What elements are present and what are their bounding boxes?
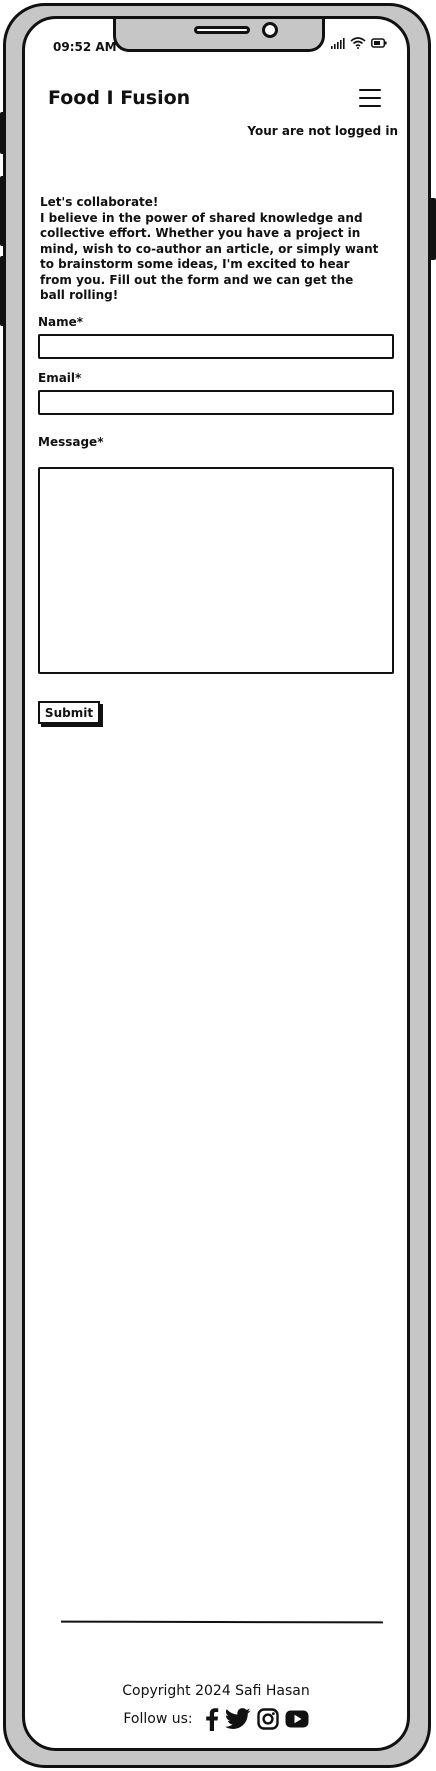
screen: 09:52 AM Food I Fusion Your are not logg… [22,16,410,1751]
speaker [194,26,250,34]
menu-icon[interactable] [359,89,381,107]
name-label: Name* [38,315,84,329]
power-button [430,198,436,260]
social-links: Follow us: [25,1707,407,1731]
twitter-icon[interactable] [224,1708,251,1730]
volume-button-extra [0,256,6,326]
site-brand[interactable]: Food I Fusion [48,87,190,109]
email-field[interactable] [38,390,394,415]
notch [113,19,325,52]
volume-button-down [0,176,6,246]
wifi-icon [350,37,366,49]
battery-icon [371,38,387,48]
login-status: Your are not logged in [247,124,398,138]
intro-body: I believe in the power of shared knowled… [40,210,379,303]
email-label: Email* [38,371,82,385]
camera [262,22,278,38]
message-label: Message* [38,435,104,449]
message-field[interactable] [38,467,394,674]
volume-button-up [0,112,6,154]
signal-icon [331,37,345,49]
footer-divider [60,1620,384,1624]
copyright-text: Copyright 2024 Safi Hasan [122,1683,310,1699]
youtube-icon[interactable] [285,1710,309,1728]
follow-label: Follow us: [123,1711,193,1727]
intro-heading: Let's collaborate! [40,195,159,209]
instagram-icon[interactable] [256,1708,279,1730]
status-time: 09:52 AM [53,40,117,54]
submit-button[interactable]: Submit [38,701,100,724]
intro-text: Let's collaborate! I believe in the powe… [40,195,380,304]
name-field[interactable] [38,334,394,359]
facebook-icon[interactable] [205,1707,219,1731]
status-icons [331,37,387,49]
device-mockup: 09:52 AM Food I Fusion Your are not logg… [0,0,436,1771]
